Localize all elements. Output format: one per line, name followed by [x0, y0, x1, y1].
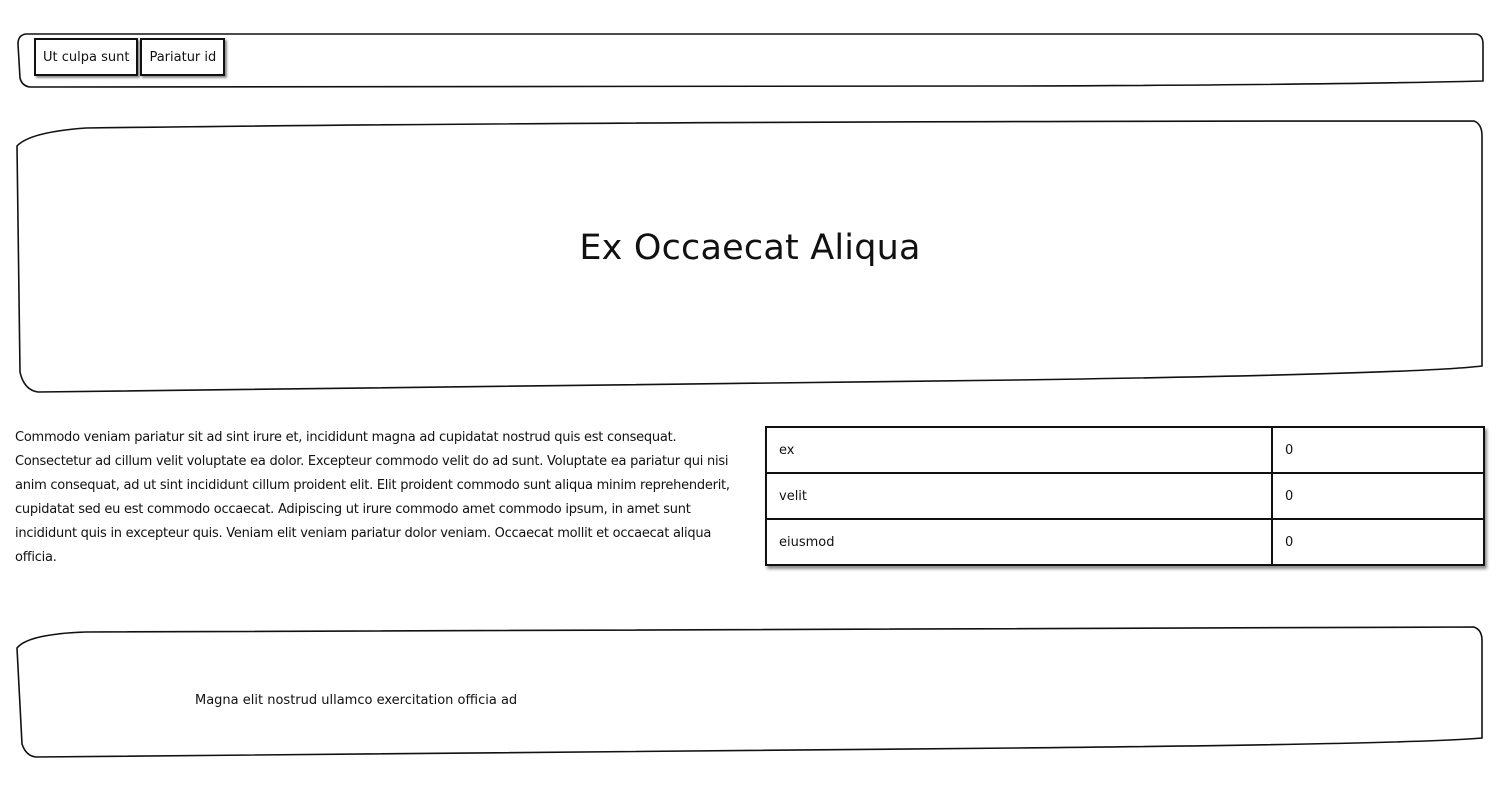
nav-tab-pariatur-id[interactable]: Pariatur id	[140, 38, 226, 76]
nav-bar-outline	[17, 33, 1484, 88]
body-paragraph: Commodo veniam pariatur sit ad sint irur…	[15, 430, 730, 565]
table-row: ex 0	[765, 426, 1485, 474]
table-row: eiusmod 0	[765, 518, 1485, 566]
footer-outline	[16, 626, 1483, 758]
nav-tab-label: Ut culpa sunt	[43, 49, 130, 65]
table-value-cell: 0	[1271, 426, 1485, 474]
nav-bar: Ut culpa sunt Pariatur id	[16, 32, 1484, 88]
table-key-cell: eiusmod	[765, 518, 1273, 566]
footer-text: Magna elit nostrud ullamco exercitation …	[195, 693, 518, 708]
nav-tabs: Ut culpa sunt Pariatur id	[34, 38, 226, 76]
table-key-cell: ex	[765, 426, 1273, 474]
hero-title: Ex Occaecat Aliqua	[579, 228, 921, 268]
footer: Magna elit nostrud ullamco exercitation …	[16, 626, 1484, 758]
table-key-cell: velit	[765, 472, 1273, 520]
hero-banner: Ex Occaecat Aliqua	[16, 120, 1484, 394]
data-table: ex 0 velit 0 eiusmod 0	[765, 426, 1485, 566]
nav-tab-label: Pariatur id	[149, 49, 217, 65]
table-row: velit 0	[765, 472, 1485, 520]
nav-tab-ut-culpa-sunt[interactable]: Ut culpa sunt	[34, 38, 139, 76]
table-value-cell: 0	[1271, 518, 1485, 566]
table-value-cell: 0	[1271, 472, 1485, 520]
